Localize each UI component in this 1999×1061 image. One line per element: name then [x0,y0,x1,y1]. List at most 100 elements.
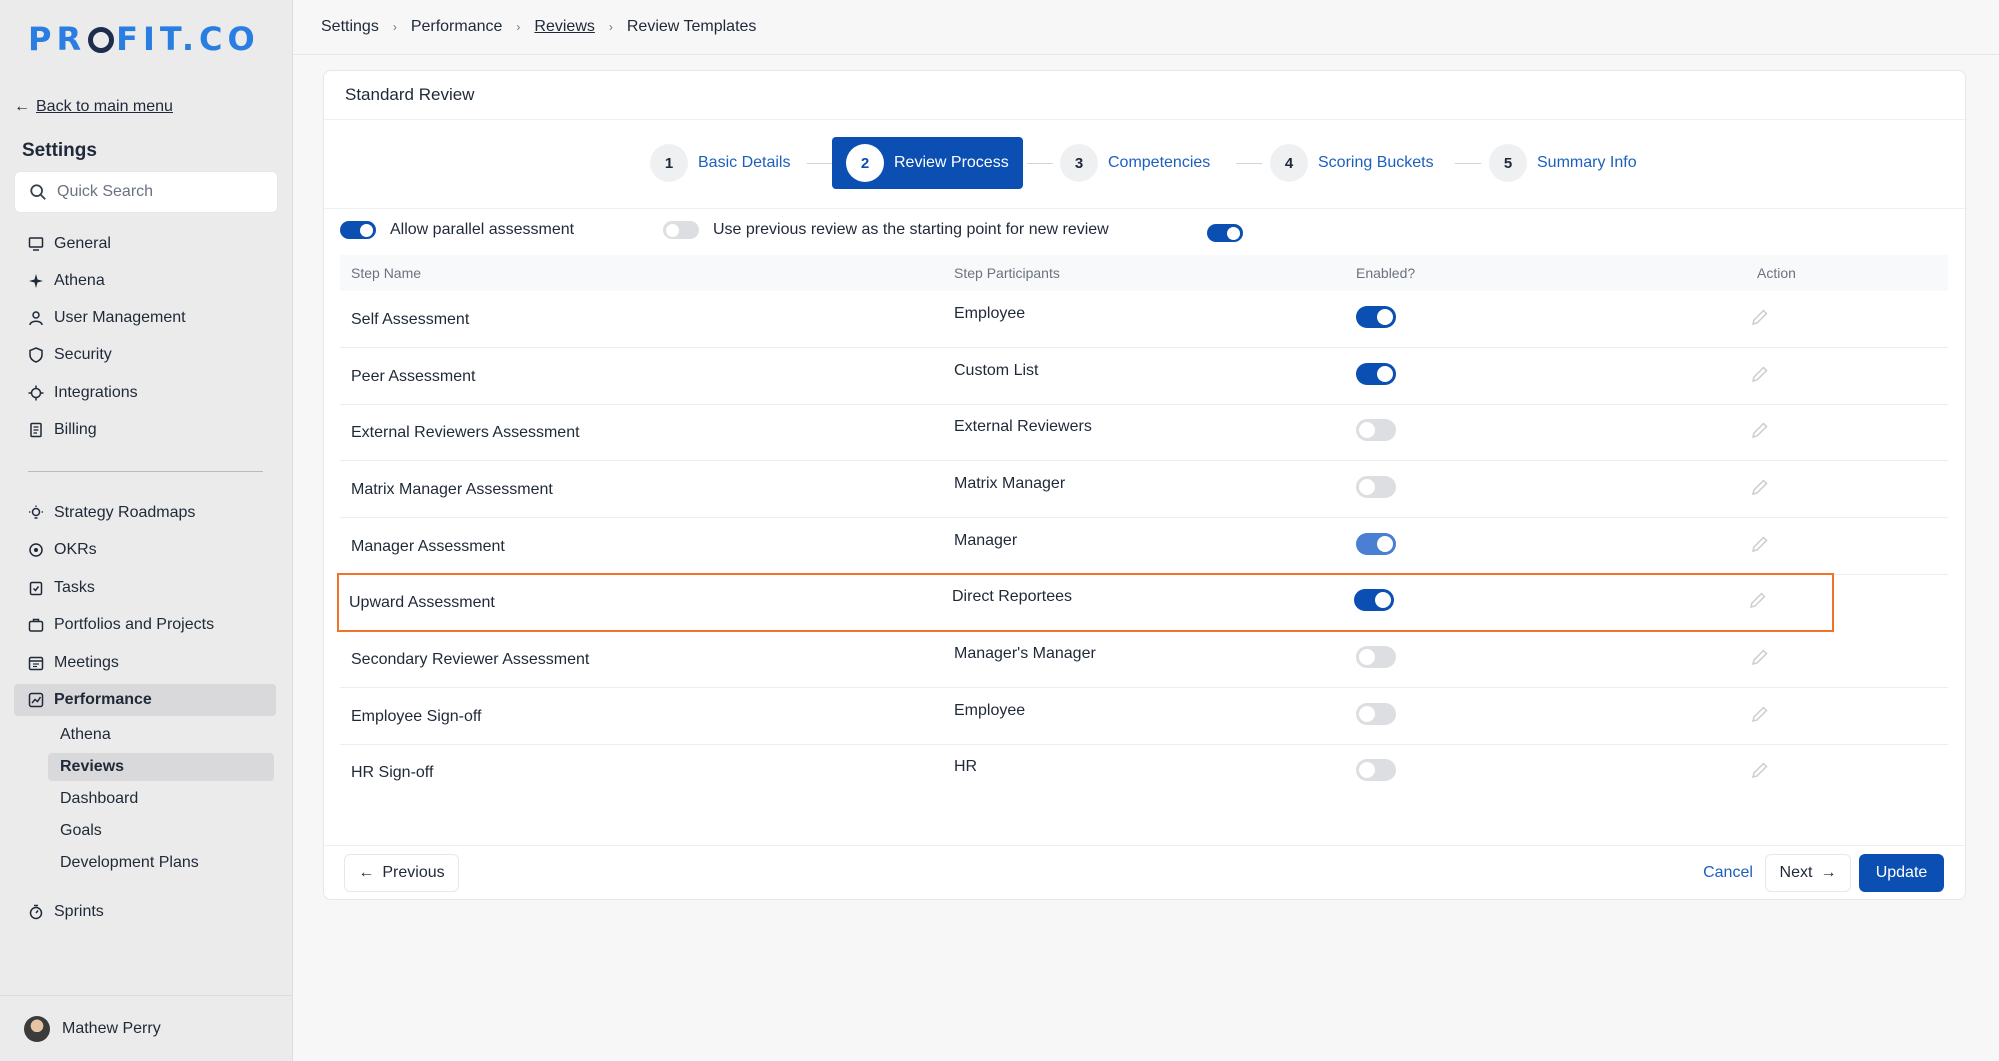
enabled-toggle[interactable] [1356,533,1396,555]
step-number: 5 [1489,144,1527,182]
enabled-toggle[interactable] [1356,363,1396,385]
edit-pencil-icon[interactable] [1750,760,1770,785]
breadcrumb-review-templates: Review Templates [626,18,757,35]
step-name: Manager Assessment [351,538,505,555]
breadcrumb-reviews[interactable]: Reviews [534,18,594,36]
step-summary-info[interactable]: 5 Summary Info [1489,137,1637,189]
extra-option-toggle[interactable] [1207,224,1243,242]
step-participants: Matrix Manager [954,475,1066,492]
table-row: Self Assessment Employee [340,291,1948,348]
enabled-toggle[interactable] [1356,646,1396,668]
header-enabled: Enabled? [1356,265,1416,281]
lightbulb-icon [29,505,43,519]
next-button[interactable]: Next → [1765,854,1851,892]
quick-search-box[interactable] [14,171,278,213]
step-review-process[interactable]: 2 Review Process [832,137,1023,189]
step-label: Basic Details [698,154,791,171]
header-step-participants: Step Participants [954,265,1060,281]
edit-pencil-icon[interactable] [1750,647,1770,672]
enabled-toggle[interactable] [1356,419,1396,441]
sidebar-item-meetings[interactable]: Meetings [14,647,276,679]
step-participants: Direct Reportees [952,588,1073,605]
edit-pencil-icon[interactable] [1750,364,1770,389]
sidebar-item-performance[interactable]: Performance [14,684,276,716]
sidebar-item-user-management[interactable]: User Management [14,302,276,334]
table-row: HR Sign-off HR [340,744,1948,801]
step-name: Self Assessment [351,311,470,328]
user-profile[interactable]: Mathew Perry [0,995,293,1061]
table-row: Secondary Reviewer Assessment Manager's … [340,631,1948,688]
breadcrumb-performance[interactable]: Performance [411,18,503,36]
main-content: Settings › Performance › Reviews › Revie… [293,0,1999,1061]
parallel-assessment-toggle[interactable] [340,221,376,239]
enabled-toggle[interactable] [1356,759,1396,781]
sidebar-item-tasks[interactable]: Tasks [14,572,276,604]
sidebar-item-portfolios-and-projects[interactable]: Portfolios and Projects [14,609,276,641]
divider [324,119,1965,120]
edit-pencil-icon[interactable] [1750,477,1770,502]
step-scoring-buckets[interactable]: 4 Scoring Buckets [1270,137,1434,189]
sidebar-item-billing[interactable]: Billing [14,414,276,446]
sidebar-item-strategy-roadmaps[interactable]: Strategy Roadmaps [14,497,276,529]
sidebar-subitem-reviews[interactable]: Reviews [48,753,274,781]
previous-review-option: Use previous review as the starting poin… [663,221,1109,239]
table-row: Employee Sign-off Employee [340,688,1948,745]
clipboard-icon [29,581,43,596]
sidebar-item-integrations[interactable]: Integrations [14,377,276,409]
sidebar-subitem-dashboard[interactable]: Dashboard [48,785,274,813]
step-number: 3 [1060,144,1098,182]
avatar [24,1015,50,1042]
enabled-toggle[interactable] [1356,703,1396,725]
previous-review-toggle[interactable] [663,221,699,239]
quick-search-input[interactable] [57,183,257,201]
divider [324,208,1965,209]
briefcase-icon [28,618,44,632]
edit-pencil-icon[interactable] [1750,704,1770,729]
step-name: Secondary Reviewer Assessment [351,651,590,668]
update-button[interactable]: Update [1859,854,1944,892]
enabled-toggle[interactable] [1354,589,1394,611]
card-title: Standard Review [345,85,475,104]
receipt-icon [30,422,42,438]
sidebar-subitem-development-plans[interactable]: Development Plans [48,849,274,877]
cancel-button[interactable]: Cancel [1697,854,1759,892]
calendar-icon [28,656,44,671]
sidebar-item-okrs[interactable]: OKRs [14,534,276,566]
step-connector [1455,163,1481,164]
sidebar-item-security[interactable]: Security [14,339,276,371]
logo-target-icon [88,27,115,53]
chevron-right-icon: › [392,20,397,34]
back-to-main-menu-link[interactable]: ← Back to main menu [14,98,173,116]
review-template-card: Standard Review 1 Basic Details 2 Review… [323,70,1966,900]
step-label: Competencies [1108,154,1211,171]
arrow-right-icon: → [1820,864,1837,881]
edit-pencil-icon[interactable] [1750,420,1770,445]
sidebar-item-sprints[interactable]: Sprints [14,896,276,928]
parallel-assessment-option: Allow parallel assessment [340,221,574,239]
extra-option [1207,224,1243,242]
step-competencies[interactable]: 3 Competencies [1060,137,1210,189]
edit-pencil-icon[interactable] [1750,534,1770,559]
user-icon [29,311,43,326]
edit-pencil-icon[interactable] [1750,307,1770,332]
step-basic-details[interactable]: 1 Basic Details [650,137,790,189]
table-row: External Reviewers Assessment External R… [340,404,1948,461]
edit-pencil-icon[interactable] [1748,590,1768,615]
previous-button[interactable]: ← Previous [344,854,459,892]
enabled-toggle[interactable] [1356,306,1396,328]
table-row: Peer Assessment Custom List [340,348,1948,405]
sidebar-item-general[interactable]: General [14,228,276,260]
header-step-name: Step Name [351,265,422,281]
sidebar-subitem-athena[interactable]: Athena [48,721,274,749]
enabled-toggle[interactable] [1356,476,1396,498]
table-header: Step Name Step Participants Enabled? Act… [340,255,1948,291]
sidebar-subitem-goals[interactable]: Goals [48,817,274,845]
sidebar-item-athena[interactable]: Athena [14,265,276,297]
step-participants: Manager [954,532,1018,549]
previous-review-label: Use previous review as the starting poin… [713,221,1109,238]
arrow-left-icon: ← [358,864,375,881]
breadcrumb-settings[interactable]: Settings [321,18,379,36]
sidebar-title: Settings [22,140,97,161]
sparkle-icon [29,274,43,288]
profit-co-logo[interactable]: PR FIT.CO [28,20,260,58]
